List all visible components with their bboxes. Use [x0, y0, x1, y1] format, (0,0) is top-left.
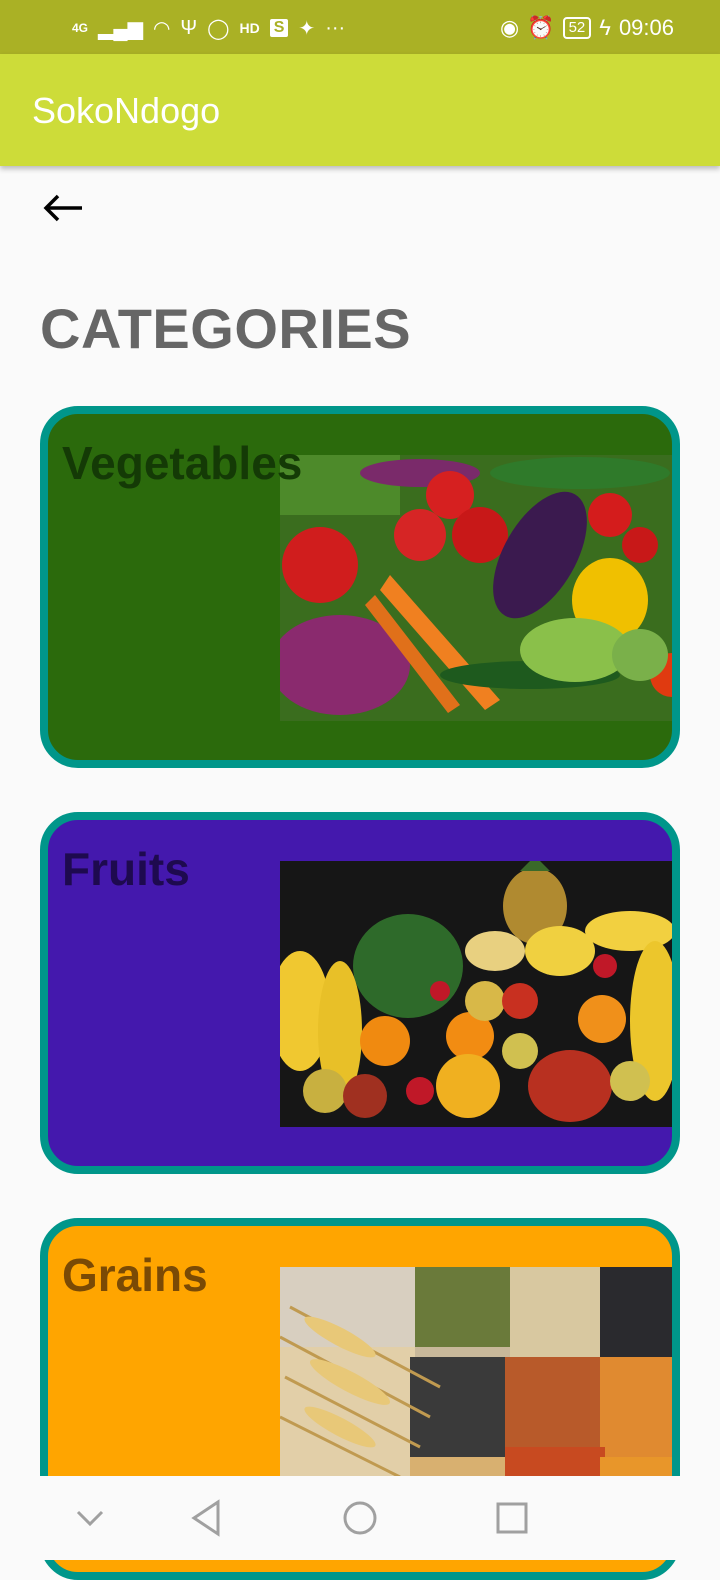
s-app-icon: S	[269, 19, 289, 37]
app-title: SokoNdogo	[32, 90, 221, 131]
category-label: Grains	[62, 1249, 208, 1301]
alarm-icon: ⏰	[527, 15, 555, 40]
chevron-down-icon	[76, 1510, 104, 1527]
home-nav-button[interactable]	[338, 1496, 382, 1540]
more-notifications-icon: ···	[325, 16, 346, 39]
recents-nav-button[interactable]	[490, 1496, 534, 1540]
navigation-bar	[0, 1476, 720, 1560]
status-icons-right: ◉ ⏰ 52 ϟ 09:06	[500, 14, 674, 42]
fruits-image	[280, 861, 672, 1127]
category-card-vegetables[interactable]: Vegetables	[40, 406, 680, 768]
network-label: 4G	[72, 21, 89, 35]
circle-home-icon	[343, 1501, 377, 1535]
clock: 09:06	[618, 15, 674, 40]
wifi-icon: ◠	[152, 17, 171, 40]
whatsapp-icon: ◯	[207, 17, 230, 40]
status-bar: 4G ▂▄▆ ◠ Ψ ◯ HD S ✦ ··· ◉ ⏰ 52 ϟ 09:06	[0, 0, 720, 54]
signal-icon: ▂▄▆	[98, 17, 143, 40]
hd-label: HD	[239, 20, 260, 36]
back-button[interactable]	[40, 188, 90, 228]
square-recents-icon	[496, 1502, 528, 1534]
battery-icon: 52	[562, 17, 592, 39]
eye-comfort-icon: ◉	[499, 15, 520, 40]
page-heading: CATEGORIES	[40, 297, 412, 360]
category-card-fruits[interactable]: Fruits	[40, 812, 680, 1174]
arrow-left-icon	[43, 194, 82, 222]
usb-icon: Ψ	[180, 16, 198, 39]
charging-icon: ϟ	[599, 15, 611, 40]
status-icons-left: 4G ▂▄▆ ◠ Ψ ◯ HD S ✦ ···	[72, 14, 345, 42]
vegetables-image	[280, 455, 672, 721]
category-label: Fruits	[62, 843, 190, 895]
hide-nav-button[interactable]	[68, 1496, 112, 1540]
category-label: Vegetables	[62, 437, 303, 489]
back-nav-button[interactable]	[184, 1496, 228, 1540]
app-bar: SokoNdogo	[0, 54, 720, 166]
twitter-icon: ✦	[298, 17, 316, 40]
triangle-back-icon	[191, 1499, 220, 1537]
